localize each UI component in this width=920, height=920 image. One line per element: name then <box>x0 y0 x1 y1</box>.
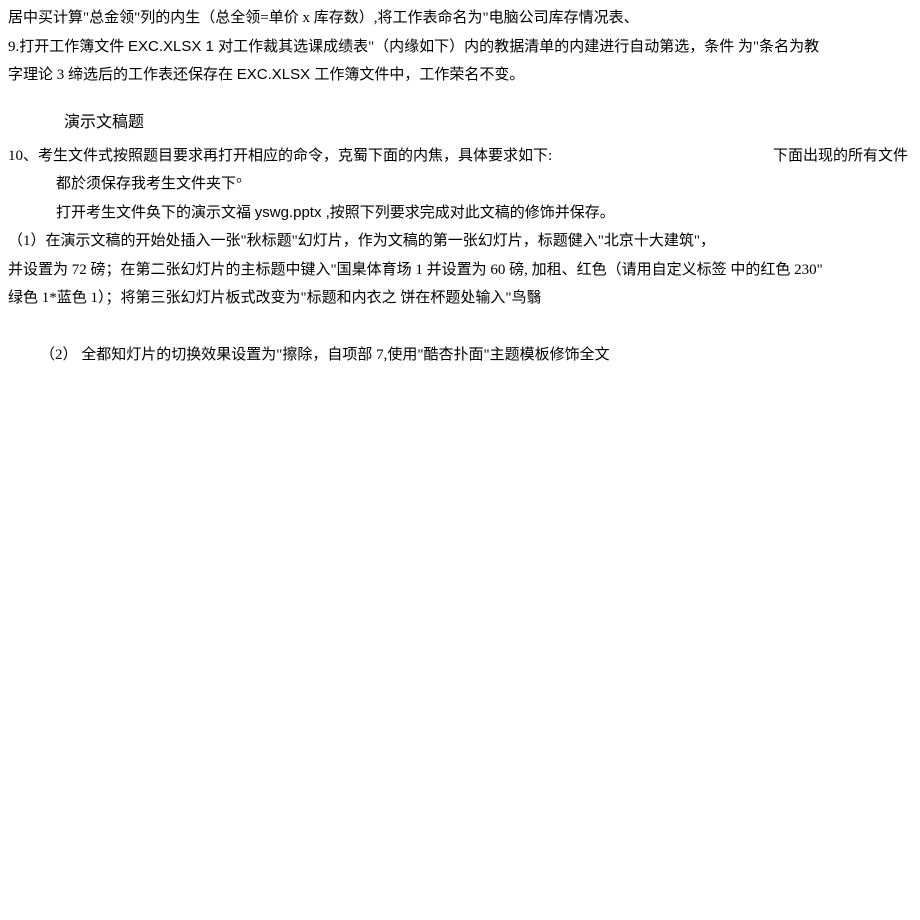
text-fragment: （1）在演示文稿的开始处插入一张"秋标题"幻灯片，作为文稿的第一张幻灯片，标题健… <box>8 233 715 249</box>
heading-text: 演示文稿题 <box>64 114 144 131</box>
paragraph-line-8: （1）在演示文稿的开始处插入一张"秋标题"幻灯片，作为文稿的第一张幻灯片，标题健… <box>8 227 908 256</box>
paragraph-line-7: 打开考生文件奂下的演示文福 yswg.pptx ,按照下列要求完成对此文稿的修饰… <box>56 199 908 228</box>
paragraph-line-11: （2） 全都知灯片的切换效果设置为"擦除，自项部 7,使用"酷杏扑面"主题模板修… <box>40 341 908 370</box>
paragraph-line-5: 10、考生文件式按照题目要求再打开相应的命令，克蜀下面的内焦，具体要求如下: 下… <box>8 142 908 171</box>
text-fragment: 居中买计算"总金领"列的内生（总全领=单价 x 库存数）,将工作表命名为"电脑公… <box>8 10 639 26</box>
paragraph-line-2: 9.打开工作簿文件 EXC.XLSX 1 对工作裁其选课成绩表"（内缘如下）内的… <box>8 33 908 62</box>
text-fragment: 字理论 3 缔选后的工作表还保存在 <box>8 67 237 83</box>
paragraph-line-9: 并设置为 72 磅；在第二张幻灯片的主标题中键入"国臬体育场 1 并设置为 60… <box>8 256 908 285</box>
text-fragment: 10、考生文件式按照题目要求再打开相应的命令，克蜀下面的内焦，具体要求如下: <box>8 142 552 171</box>
text-fragment: 绿色 1*蓝色 1）；将第三张幻灯片板式改变为"标题和内衣之 饼在杯题处输入"鸟… <box>8 290 542 306</box>
text-fragment: 都於须保存我考生文件夹下° <box>56 176 242 192</box>
text-fragment: 按照下列要求完成对此文稿的修饰并保存。 <box>330 205 615 221</box>
text-fragment-right: 下面出现的所有文件 <box>773 142 908 171</box>
paragraph-line-10: 绿色 1*蓝色 1）；将第三张幻灯片板式改变为"标题和内衣之 饼在杯题处输入"鸟… <box>8 284 908 313</box>
text-fragment: 9.打开工作簿文件 <box>8 39 128 55</box>
text-fragment: 工作簿文件中，工作荣名不变。 <box>314 67 524 83</box>
filename-text: yswg.pptx , <box>255 204 330 221</box>
text-fragment: 打开考生文件奂下的演示文福 <box>56 205 255 221</box>
text-fragment: （2） 全都知灯片的切换效果设置为"擦除，自项部 7,使用"酷杏扑面"主题模板修… <box>40 347 610 363</box>
paragraph-line-1: 居中买计算"总金领"列的内生（总全领=单价 x 库存数）,将工作表命名为"电脑公… <box>8 4 908 33</box>
text-fragment: 并设置为 72 磅；在第二张幻灯片的主标题中键入"国臬体育场 1 并设置为 60… <box>8 262 823 278</box>
filename-text: EXC.XLSX 1 <box>128 38 218 55</box>
section-heading: 演示文稿题 <box>64 108 908 138</box>
paragraph-line-6: 都於须保存我考生文件夹下° <box>56 170 908 199</box>
paragraph-line-3: 字理论 3 缔选后的工作表还保存在 EXC.XLSX 工作簿文件中，工作荣名不变… <box>8 61 908 90</box>
text-fragment: 对工作裁其选课成绩表"（内缘如下）内的教据清单的内建进行自动第选，条件 为"条名… <box>218 39 819 55</box>
filename-text: EXC.XLSX <box>237 66 315 83</box>
